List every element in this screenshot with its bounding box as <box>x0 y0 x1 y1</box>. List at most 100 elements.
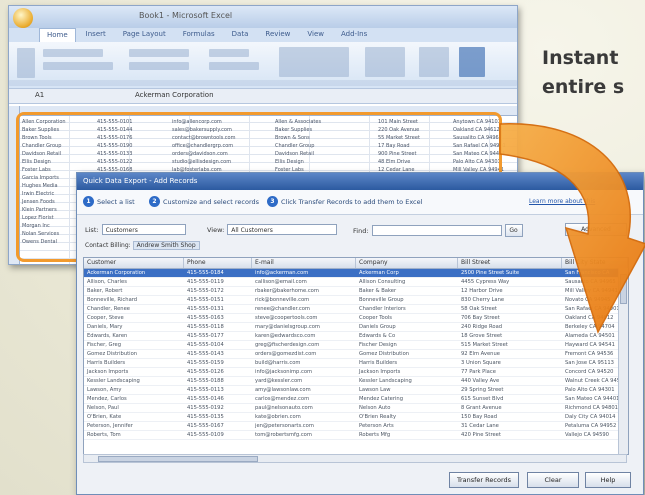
ribbon <box>9 42 517 88</box>
font-select[interactable] <box>43 49 103 57</box>
column-header[interactable]: Company <box>356 258 458 268</box>
table-cell: paul@nelsonauto.com <box>255 405 313 411</box>
table-cell: 29 Spring Street <box>461 387 504 393</box>
table-cell: 31 Cedar Lane <box>461 423 499 429</box>
list-label: List: <box>85 225 99 234</box>
step-2-label: Customize and select records <box>163 197 260 206</box>
align-toolbar[interactable] <box>129 49 189 57</box>
table-cell: 415-555-0126 <box>187 369 224 375</box>
find-icon[interactable] <box>459 47 485 77</box>
ribbon-tab[interactable]: Review <box>258 28 297 42</box>
table-cell: Nelson Auto <box>359 405 391 411</box>
table-cell: Daniels Group <box>359 324 396 330</box>
table-cell: 8 Grant Avenue <box>461 405 502 411</box>
horizontal-scrollbar[interactable] <box>83 454 627 463</box>
name-box[interactable]: A1 <box>35 91 44 99</box>
transfer-records-button[interactable]: Transfer Records <box>449 472 519 488</box>
ribbon-tab[interactable]: Formulas <box>176 28 222 42</box>
ribbon-tab[interactable]: Add-Ins <box>334 28 374 42</box>
table-row[interactable]: Roberts, Tom 415-555-0109 tom@robertsmfg.c… <box>84 431 628 440</box>
contact-filter-value[interactable]: Andrew Smith Shop <box>132 241 200 250</box>
indent-toolbar[interactable] <box>129 62 189 70</box>
table-cell: 415-555-0188 <box>187 378 224 384</box>
styles-group[interactable] <box>279 47 349 77</box>
table-cell: Baker & Baker <box>359 288 397 294</box>
table-cell: 415-555-0167 <box>187 423 224 429</box>
table-cell: 415-555-0135 <box>187 414 224 420</box>
table-cell: Mendez Catering <box>359 396 403 402</box>
table-cell: Kessler Landscaping <box>87 378 140 384</box>
help-button[interactable]: Help <box>585 472 631 488</box>
dialog-footer: Transfer Records Clear Help <box>77 465 643 494</box>
ribbon-tab[interactable]: Home <box>39 28 76 42</box>
horizontal-scroll-thumb[interactable] <box>98 456 258 462</box>
table-cell: callison@email.com <box>255 279 307 285</box>
caption-line-2: entire s <box>542 76 625 98</box>
clear-button[interactable]: Clear <box>527 472 579 488</box>
table-cell: Cooper Tools <box>359 315 393 321</box>
office-button-icon[interactable] <box>13 8 33 28</box>
table-row[interactable]: Kessler Landscaping 415-555-0188 yard@kess… <box>84 377 628 386</box>
step-2-number: 2 <box>149 196 160 207</box>
table-cell: Peterson, Jennifer <box>87 423 133 429</box>
table-cell: 415-555-0184 <box>187 270 224 276</box>
table-cell: Mendez, Carlos <box>87 396 127 402</box>
step-3: 3 Click Transfer Records to add them to … <box>267 196 422 207</box>
table-cell: info@jacksonimp.com <box>255 369 313 375</box>
table-cell: 415-555-0172 <box>187 288 224 294</box>
table-cell: Harris Builders <box>359 360 398 366</box>
table-row[interactable]: Peterson, Jennifer 415-555-0167 jen@peters… <box>84 422 628 431</box>
list-select[interactable]: Customers <box>101 224 186 235</box>
table-cell: karen@edwardsco.com <box>255 333 316 339</box>
table-cell: 415-555-0151 <box>187 297 224 303</box>
sort-icon[interactable] <box>419 47 449 77</box>
step-1-number: 1 <box>83 196 94 207</box>
table-row[interactable]: O'Brien, Kate 415-555-0135 kate@obrien.com… <box>84 413 628 422</box>
number-toolbar[interactable] <box>209 62 259 70</box>
step-1-label: Select a list <box>97 197 135 206</box>
paste-icon[interactable] <box>17 48 35 78</box>
table-row[interactable]: Lawson, Amy 415-555-0113 amy@lawsonlaw.com… <box>84 386 628 395</box>
table-cell: Lawson, Amy <box>87 387 122 393</box>
table-row[interactable]: Jackson Imports 415-555-0126 info@jacksoni… <box>84 368 628 377</box>
view-label: View: <box>207 225 225 234</box>
table-cell: 3 Union Square <box>461 360 501 366</box>
table-cell: orders@gomezdist.com <box>255 351 317 357</box>
table-cell: Ackerman Corporation <box>87 270 146 276</box>
column-header[interactable]: Customer <box>84 258 184 268</box>
number-format[interactable] <box>209 49 249 57</box>
ribbon-tab[interactable]: Insert <box>79 28 113 42</box>
column-header[interactable]: E-mail <box>252 258 356 268</box>
table-cell: jen@petersonarts.com <box>255 423 314 429</box>
formula-bar: A1 Ackerman Corporation <box>9 88 517 104</box>
table-cell: 77 Park Place <box>461 369 496 375</box>
table-cell: Cooper, Steve <box>87 315 124 321</box>
table-cell: Edwards & Co <box>359 333 396 339</box>
table-row[interactable]: Mendez, Carlos 415-555-0146 carlos@mendez.… <box>84 395 628 404</box>
table-cell: 420 Pine Street <box>461 432 501 438</box>
table-cell: carlos@mendez.com <box>255 396 310 402</box>
table-cell: Lawson Law <box>359 387 391 393</box>
table-row[interactable]: Harris Builders 415-555-0159 build@harris.… <box>84 359 628 368</box>
contact-filter-label: Contact Billing: <box>85 242 131 249</box>
table-cell: Chandler Interiors <box>359 306 406 312</box>
table-cell: Harris Builders <box>87 360 126 366</box>
view-filter: View: All Customers <box>207 224 338 235</box>
ribbon-group-labels <box>9 80 517 86</box>
ribbon-tab[interactable]: Data <box>225 28 256 42</box>
view-select[interactable]: All Customers <box>227 224 338 235</box>
ribbon-tab[interactable]: Page Layout <box>116 28 173 42</box>
contact-filter: Contact Billing: Andrew Smith Shop <box>85 241 200 250</box>
formula-input[interactable]: Ackerman Corporation <box>135 91 214 99</box>
column-header[interactable]: Phone <box>184 258 252 268</box>
cells-group[interactable] <box>365 47 405 77</box>
table-cell: Bonneville Group <box>359 297 404 303</box>
table-row[interactable]: Nelson, Paul 415-555-0192 paul@nelsonauto.… <box>84 404 628 413</box>
excel-title: Book1 - Microsoft Excel <box>139 11 233 20</box>
table-cell: Daniels, Mary <box>87 324 123 330</box>
table-cell: greg@fischerdesign.com <box>255 342 320 348</box>
ribbon-tab[interactable]: View <box>300 28 331 42</box>
format-toolbar[interactable] <box>43 62 113 70</box>
transfer-arrow-icon <box>499 123 645 334</box>
table-cell: Ackerman Corp <box>359 270 399 276</box>
